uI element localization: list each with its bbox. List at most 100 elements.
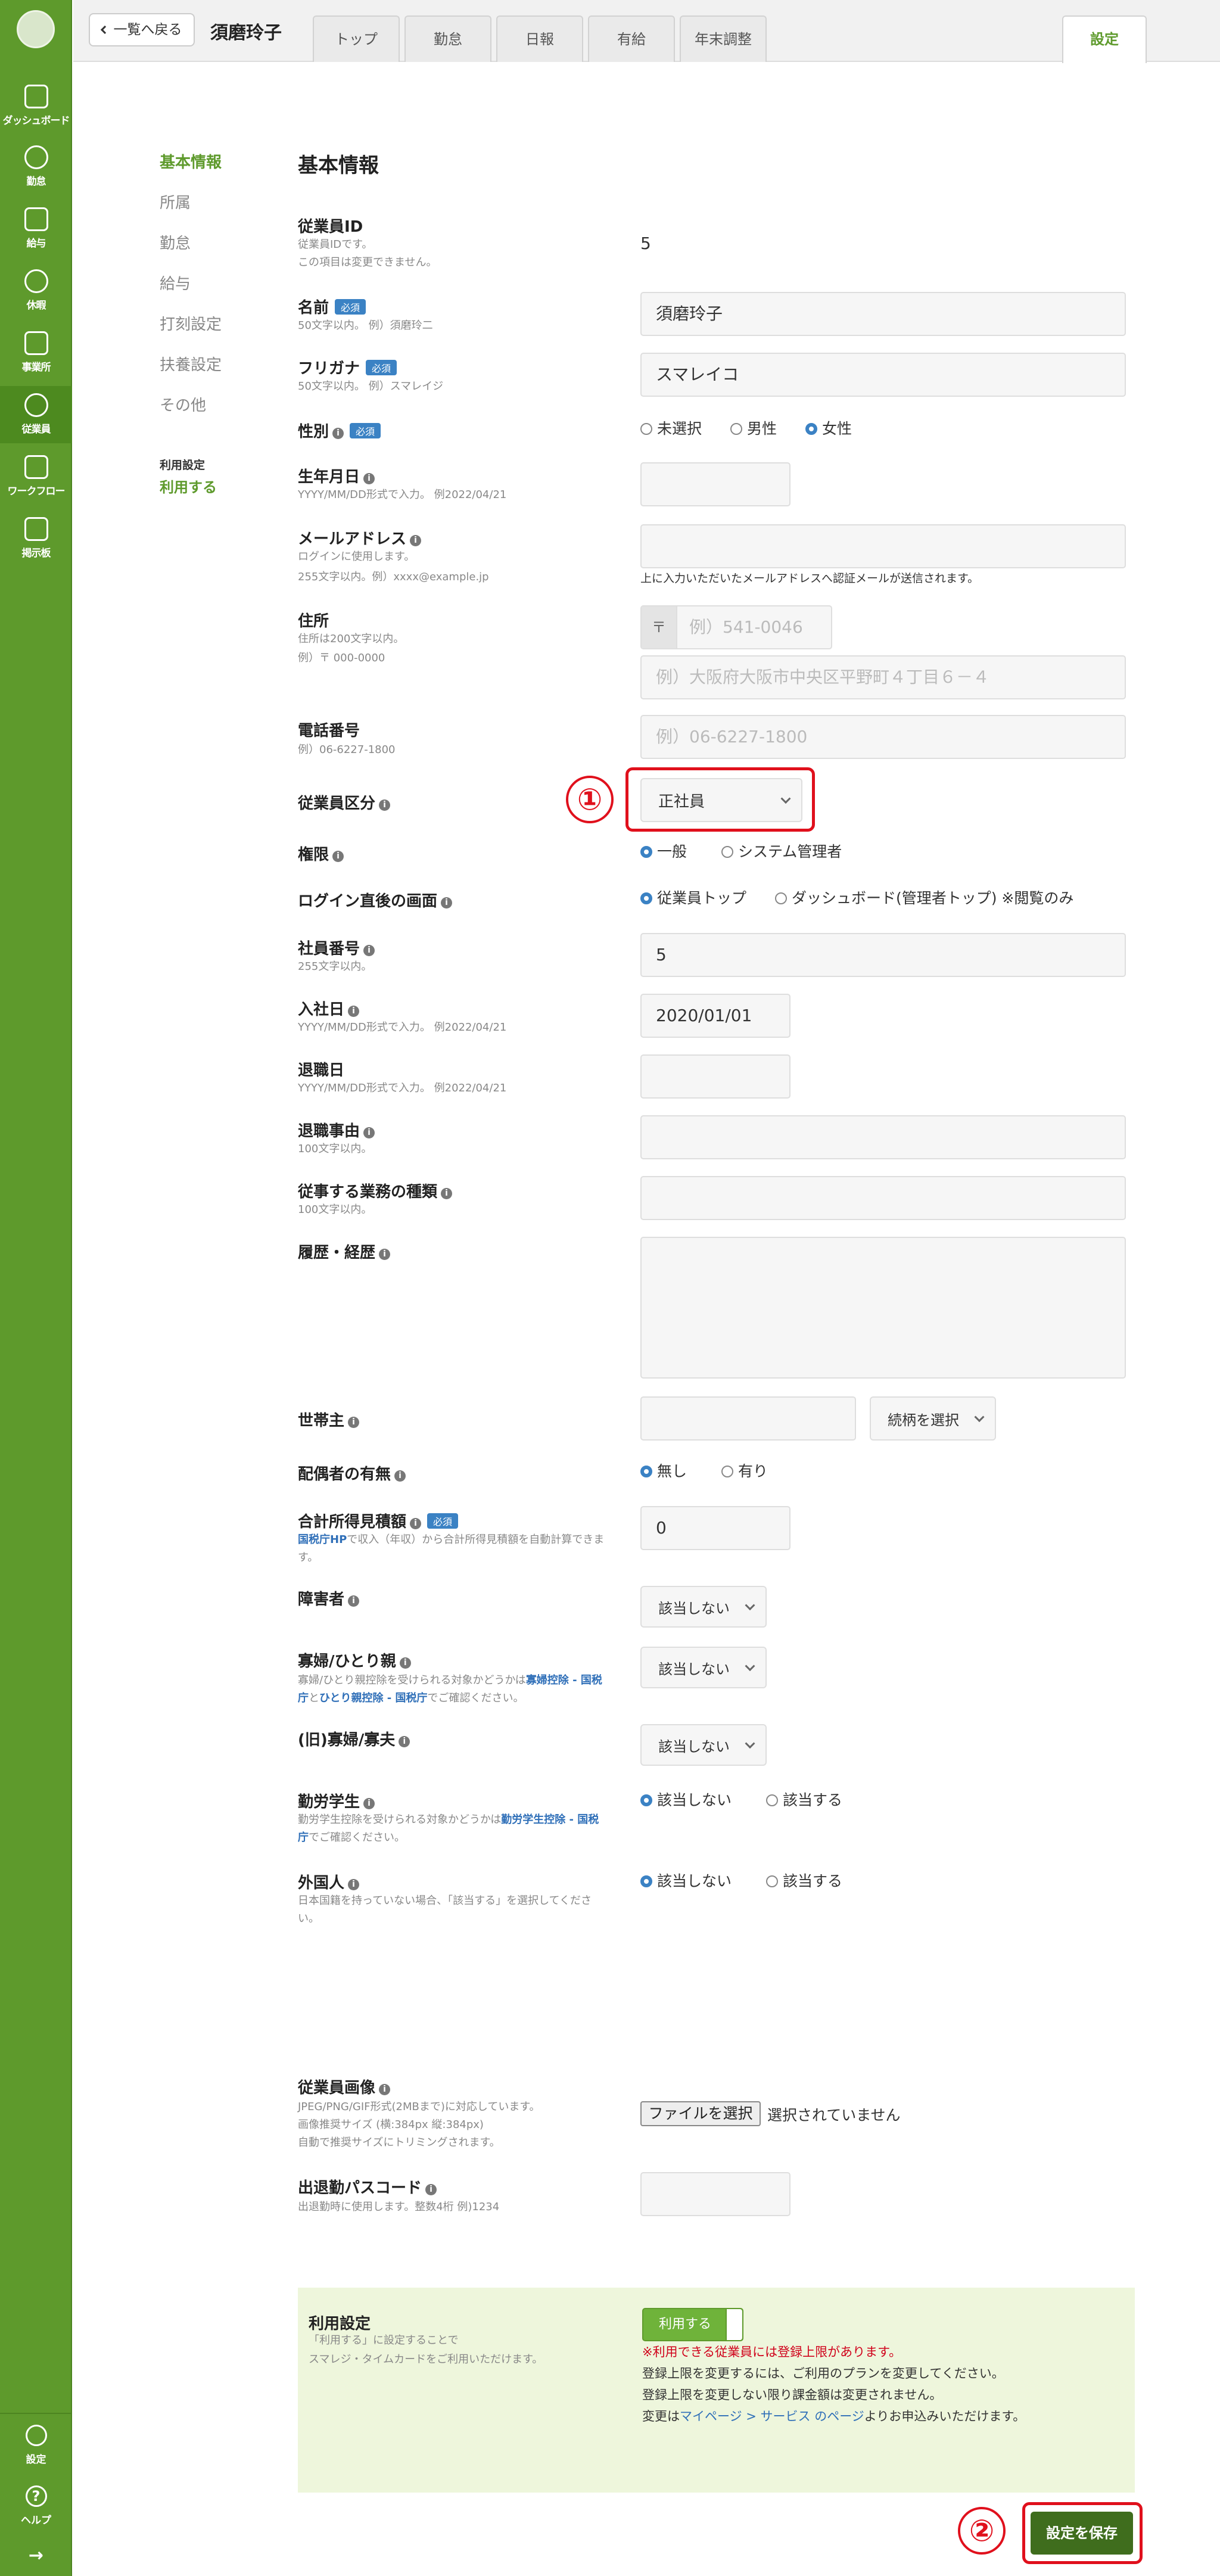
widow-deduction-link-b[interactable]: 庁 (298, 1692, 309, 1704)
history-label-text: 履歴・経歴 (298, 1244, 376, 1262)
tab-settings[interactable]: 設定 (1062, 15, 1147, 63)
sidebar-settings[interactable]: 設定 (0, 2425, 72, 2466)
employment-type-select[interactable]: 正社員 (640, 778, 802, 822)
leave-reason-label-text: 退職事由 (298, 1122, 360, 1140)
radio-icon (765, 1875, 778, 1887)
disability-select[interactable]: 該当しない (640, 1586, 767, 1628)
radio-selected-icon (640, 1466, 652, 1477)
menu-basic-info[interactable]: 基本情報 (160, 150, 222, 172)
householder-label: 世帯主 i (298, 1408, 360, 1430)
menu-usage-value[interactable]: 利用する (160, 475, 217, 496)
radio-icon (721, 1466, 733, 1477)
mypage-link[interactable]: マイページ > サービス のページ (680, 2409, 864, 2423)
tab-paid-leave[interactable]: 有給 (588, 15, 675, 62)
usage-toggle[interactable]: 利用する (642, 2308, 743, 2341)
sidebar-item-vacation[interactable]: 休暇 (0, 262, 72, 319)
history-textarea[interactable] (640, 1237, 1126, 1379)
tab-daily-report[interactable]: 日報 (496, 15, 583, 62)
login-screen-radio-employee-top[interactable]: 従業員トップ (640, 889, 746, 907)
employee-id-value: 5 (640, 234, 651, 253)
student-help: 勤労学生控除を受けられる対象かどうかは勤労学生控除 - 国税 (298, 1811, 599, 1829)
leave-date-input[interactable] (640, 1054, 790, 1099)
name-label-text: 名前 (298, 299, 329, 317)
student-label-text: 勤労学生 (298, 1793, 360, 1811)
sidebar: ダッシュボード 勤怠 給与 休暇 事業所 従業員 ワークフロー 掲示板 設定 ?… (0, 0, 72, 2576)
student-radio-no[interactable]: 該当しない (640, 1791, 732, 1809)
gender-radio-male[interactable]: 男性 (730, 420, 777, 437)
widow-deduction-link[interactable]: 寡婦控除 - 国税 (526, 1674, 602, 1687)
phone-help: 例）06-6227-1800 (298, 743, 396, 756)
spouse-radio-none[interactable]: 無し (640, 1463, 687, 1480)
student-deduction-link[interactable]: 勤労学生控除 - 国税 (501, 1813, 599, 1826)
relation-select[interactable]: 続柄を選択 (870, 1396, 996, 1441)
disability-label-text: 障害者 (298, 1591, 345, 1609)
kana-input[interactable]: スマレイコ (640, 353, 1126, 397)
permission-radio-admin[interactable]: システム管理者 (721, 843, 842, 860)
tab-year-end[interactable]: 年末調整 (680, 15, 767, 62)
sidebar-item-salary[interactable]: 給与 (0, 200, 72, 257)
hire-date-label: 入社日 i (298, 997, 360, 1019)
student-radio-group: 該当しない 該当する (640, 1788, 842, 1810)
phone-input[interactable]: 例）06-6227-1800 (640, 715, 1126, 759)
logo[interactable] (17, 10, 55, 48)
info-icon: i (348, 1879, 360, 1890)
name-input[interactable]: 須磨玲子 (640, 292, 1126, 336)
sidebar-item-attendance[interactable]: 勤怠 (0, 138, 72, 195)
hire-date-input[interactable]: 2020/01/01 (640, 994, 790, 1038)
passcode-help: 出退勤時に使用します。整数4桁 例)1234 (298, 2201, 500, 2213)
single-parent-deduction-link[interactable]: ひとり親控除 - 国税庁 (319, 1692, 427, 1704)
sidebar-item-board[interactable]: 掲示板 (0, 510, 72, 567)
employee-number-input[interactable]: 5 (640, 933, 1126, 977)
sidebar-item-dashboard[interactable]: ダッシュボード (0, 77, 72, 135)
foreigner-radio-yes[interactable]: 該当する (765, 1872, 842, 1890)
old-widow-label: (旧)寡婦/寡夫 i (298, 1728, 410, 1750)
menu-attendance[interactable]: 勤怠 (160, 231, 191, 253)
usage-settings-desc2: スマレジ・タイムカードをご利用いただけます。 (309, 2353, 543, 2366)
choose-file-button[interactable]: ファイルを選択 (640, 2101, 761, 2126)
leave-reason-input[interactable] (640, 1115, 1126, 1159)
permission-radio-general[interactable]: 一般 (640, 843, 687, 860)
tab-attendance[interactable]: 勤怠 (404, 15, 491, 62)
sidebar-item-employees[interactable]: 従業員 (0, 386, 72, 443)
spouse-radio-yes[interactable]: 有り (721, 1463, 768, 1480)
required-badge: 必須 (366, 360, 397, 375)
back-to-list-button[interactable]: 一覧へ戻る (89, 13, 195, 46)
menu-clock-settings[interactable]: 打刻設定 (160, 312, 222, 334)
info-icon: i (379, 799, 391, 811)
passcode-input[interactable] (640, 2172, 790, 2216)
birthday-input[interactable] (640, 462, 790, 506)
tab-top[interactable]: トップ (313, 15, 400, 62)
postal-code-input[interactable]: 〒 例）541-0046 (640, 605, 832, 649)
address-input[interactable]: 例）大阪府大阪市中央区平野町４丁目６－４ (640, 655, 1126, 699)
chat-icon (24, 517, 48, 541)
email-input[interactable] (640, 524, 1126, 568)
permission-option-label: システム管理者 (737, 843, 842, 860)
foreigner-radio-no[interactable]: 該当しない (640, 1872, 732, 1890)
sidebar-item-workflow[interactable]: ワークフロー (0, 448, 72, 505)
job-type-input[interactable] (640, 1176, 1126, 1220)
annotation-marker-2: ② (958, 2507, 1006, 2555)
sidebar-item-label: 休暇 (26, 300, 46, 312)
widow-help-text: 寡婦/ひとり親控除を受けられる対象かどうかは (298, 1674, 526, 1687)
gender-radio-female[interactable]: 女性 (805, 420, 852, 437)
student-deduction-link-b[interactable]: 庁 (298, 1831, 309, 1844)
menu-salary[interactable]: 給与 (160, 272, 191, 294)
old-widow-select[interactable]: 該当しない (640, 1724, 767, 1766)
postal-mark: 〒 (642, 606, 677, 648)
login-screen-label-text: ログイン直後の画面 (298, 892, 438, 910)
widow-select[interactable]: 該当しない (640, 1647, 767, 1688)
menu-dependents[interactable]: 扶養設定 (160, 353, 222, 375)
householder-input[interactable] (640, 1396, 856, 1441)
menu-affiliation[interactable]: 所属 (160, 191, 191, 213)
gender-radio-unselected[interactable]: 未選択 (640, 420, 702, 437)
collapse-sidebar-icon[interactable]: → (0, 2545, 72, 2566)
student-radio-yes[interactable]: 該当する (765, 1791, 842, 1809)
income-label: 合計所得見積額 i 必須 (298, 1510, 459, 1532)
nta-link[interactable]: 国税庁HP (298, 1533, 347, 1546)
save-settings-button[interactable]: 設定を保存 (1031, 2512, 1133, 2555)
menu-other[interactable]: その他 (160, 393, 206, 415)
income-input[interactable]: 0 (640, 1506, 790, 1550)
sidebar-help[interactable]: ? ヘルプ (0, 2485, 72, 2527)
login-screen-radio-dashboard[interactable]: ダッシュボード(管理者トップ) ※閲覧のみ (774, 889, 1073, 907)
sidebar-item-office[interactable]: 事業所 (0, 324, 72, 381)
